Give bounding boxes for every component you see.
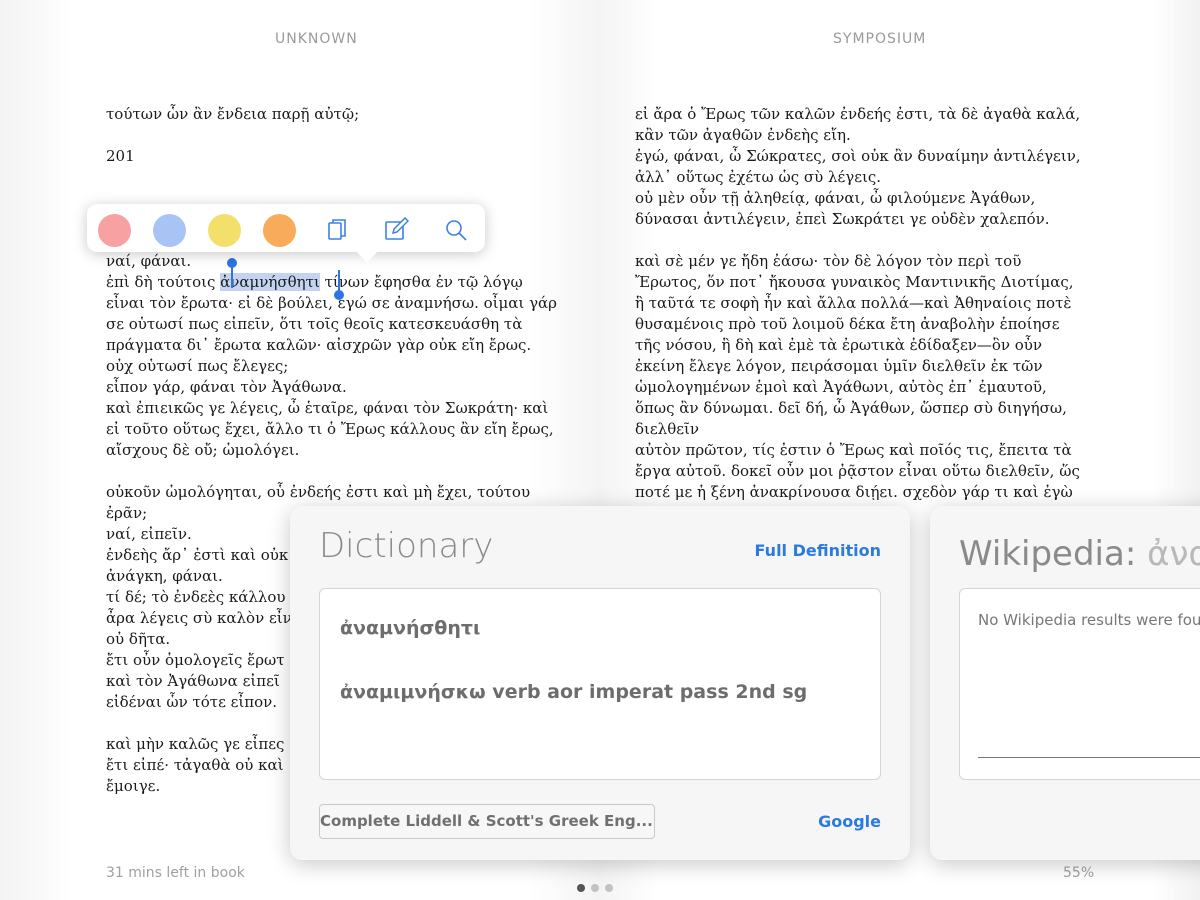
wikipedia-card: Wikipedia: ἀνα No Wikipedia results were…: [930, 506, 1200, 860]
page-dot[interactable]: [577, 884, 585, 892]
text-line: πράγματα δι᾽ ἔρωτα καλῶν· αἰσχρῶν γὰρ οὐ…: [106, 336, 532, 354]
text-line: ἣ ταῦτά τε σοφὴ ἦν καὶ ἄλλα πολλά—καὶ Ἀθ…: [635, 294, 1072, 312]
page-number-marker: 201: [106, 147, 135, 165]
definition-text: ἀναμιμνήσκω verb aor imperat pass 2nd sg: [340, 681, 808, 703]
wikipedia-title-label: Wikipedia:: [959, 534, 1148, 574]
page-dot[interactable]: [591, 884, 599, 892]
search-icon[interactable]: [443, 217, 469, 243]
selected-word[interactable]: ἀναμνήσθητι: [220, 273, 320, 291]
text-line: εἰ τοῦτο οὕτως ἔχει, ἄλλο τι ὁ Ἔρως κάλλ…: [106, 420, 554, 438]
highlight-blue-button[interactable]: [153, 214, 186, 247]
text-line: κἂν τῶν ἀγαθῶν ἐνδεὴς εἴη.: [635, 126, 851, 144]
text-line: διελθεῖν: [635, 420, 699, 438]
dictionary-title: Dictionary: [319, 526, 494, 566]
full-definition-link[interactable]: Full Definition: [755, 541, 881, 560]
text-line: ὡμολογημένων ἐμοὶ καὶ Ἀγάθωνι, αὐτὸς ἐπ᾽…: [635, 378, 1047, 396]
definition-headword: ἀναμνήσθητι: [340, 617, 481, 639]
text-line: ναί, φάναι.: [106, 252, 192, 270]
text-line: εἶπον γάρ, φάναι τὸν Ἀγάθωνα.: [106, 378, 347, 396]
text-fragment: τίνων ἔφησθα ἐν τῷ λόγῳ: [319, 273, 523, 291]
dictionary-source-button[interactable]: Complete Liddell & Scott's Greek Eng...: [319, 804, 655, 839]
text-line: ἐκείνη ἔλεγε λόγον, πειράσομαι ὑμῖν διελ…: [635, 357, 1043, 375]
note-icon[interactable]: [383, 217, 409, 243]
selection-start-caret: [231, 266, 233, 288]
text-line: τῆς νόσου, ἣ δὴ καὶ ἐμὲ τὰ ἐρωτικὰ ἐδίδα…: [635, 336, 1043, 354]
wikipedia-query: ἀνα: [1147, 534, 1200, 574]
text-line: οὐχ οὑτωσί πως ἔλεγες;: [106, 357, 289, 375]
text-line: αἴσχους δὲ οὔ; ὡμολόγει.: [106, 441, 300, 459]
text-line: σε οὑτωσί πως εἰπεῖν, ὅτι τοῖς θεοῖς κατ…: [106, 315, 523, 333]
text-line: καὶ ἐπιεικῶς γε λέγεις, ὦ ἑταῖρε, φάναι …: [106, 399, 549, 417]
text-line: δύνασαι ἀντιλέγειν, ἐπεὶ Σωκράτει γε οὐδ…: [635, 210, 1050, 228]
text-line: ἐγώ, φάναι, ὦ Σώκρατες, σοὶ οὐκ ἂν δυναί…: [635, 147, 1081, 165]
text-line: ἀλλ᾽ οὕτως ἐχέτω ὡς σὺ λέγεις.: [635, 168, 882, 186]
highlight-menu: [87, 204, 485, 263]
menu-pointer: [355, 250, 379, 263]
left-running-head: UNKNOWN: [275, 31, 358, 47]
text-line: θυσαμένοις πρὸ τοῦ λοιμοῦ δέκα ἔτη ἀναβο…: [635, 315, 1060, 333]
copy-icon[interactable]: [324, 217, 350, 243]
highlight-yellow-button[interactable]: [208, 214, 241, 247]
selection-end-caret: [338, 270, 340, 292]
text-line: καὶ σὲ μέν γε ἤδη ἐάσω· τὸν δὲ λόγον τὸν…: [635, 252, 1022, 270]
wikipedia-no-results: No Wikipedia results were fou: [978, 611, 1200, 629]
wikipedia-results-box: No Wikipedia results were fou: [959, 588, 1200, 780]
text-line: Ἔρωτος, ὅν ποτ᾽ ἤκουσα γυναικὸς Μαντινικ…: [635, 273, 1074, 291]
page-indicator[interactable]: [577, 877, 619, 896]
text-fragment: ἐπὶ δὴ τούτοις: [106, 273, 221, 291]
text-line: ἔργα αὐτοῦ. δοκεῖ οὖν μοι ῥᾷστον εἶναι ο…: [635, 462, 1080, 480]
dictionary-card: Dictionary Full Definition ἀναμνήσθητι ἀ…: [290, 506, 910, 860]
definition-box: ἀναμνήσθητι ἀναμιμνήσκω verb aor imperat…: [319, 588, 881, 780]
google-link[interactable]: Google: [818, 812, 881, 831]
divider: [978, 757, 1200, 758]
text-line: τούτων ὧν ἂν ἔνδεια παρῇ αὐτῷ;: [106, 105, 360, 123]
time-left-label: 31 mins left in book: [106, 865, 245, 881]
text-line: εἰ ἄρα ὁ Ἔρως τῶν καλῶν ἐνδεής ἐστι, τὰ …: [635, 105, 1081, 123]
right-running-head: SYMPOSIUM: [833, 31, 927, 47]
text-line: ὅπως ἂν δύνωμαι. δεῖ δή, ὦ Ἀγάθων, ὥσπερ…: [635, 399, 1067, 417]
text-line: αὐτὸν πρῶτον, τίς ἐστιν ὁ Ἔρως καὶ ποῖός…: [635, 441, 1072, 459]
text-line: οὐ μὲν οὖν τῇ ἀληθείᾳ, φάναι, ὦ φιλούμεν…: [635, 189, 1036, 207]
highlight-orange-button[interactable]: [263, 214, 296, 247]
page-dot[interactable]: [605, 884, 613, 892]
wikipedia-title: Wikipedia: ἀνα: [959, 534, 1200, 574]
text-line: οὐκοῦν ὡμολόγηται, οὗ ἐνδεής ἐστι καὶ μὴ…: [106, 483, 531, 501]
highlight-red-button[interactable]: [98, 214, 131, 247]
progress-percent-label: 55%: [1063, 865, 1095, 881]
selection-end-handle[interactable]: [334, 290, 344, 300]
right-text-column[interactable]: εἰ ἄρα ὁ Ἔρως τῶν καλῶν ἐνδεής ἐστι, τὰ …: [635, 104, 1094, 503]
text-line: ποτέ με ἡ ξένη ἀνακρίνουσα διῄει. σχεδὸν…: [635, 483, 1073, 501]
